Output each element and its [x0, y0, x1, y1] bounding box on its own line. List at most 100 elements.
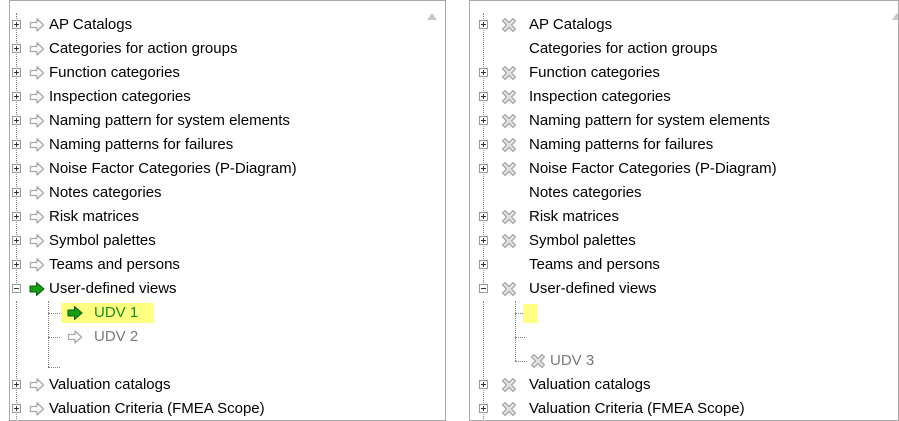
- tree-item-label: Valuation catalogs: [529, 376, 651, 393]
- tree-item-valuation-catalogs[interactable]: Valuation catalogs: [10, 373, 445, 397]
- tree-item-noise-factor-categories[interactable]: Noise Factor Categories (P-Diagram): [10, 157, 445, 181]
- tree-item-label: Noise Factor Categories (P-Diagram): [529, 160, 777, 177]
- tree-item-label: Naming patterns for failures: [529, 136, 714, 153]
- cross-icon: [501, 17, 517, 33]
- tree-item-risk-matrices[interactable]: Risk matrices: [470, 205, 898, 229]
- tree-item-label: Naming patterns for failures: [49, 136, 234, 153]
- tree-item-label: Categories for action groups: [49, 40, 238, 57]
- expand-icon[interactable]: [479, 20, 488, 29]
- tree-item-label: AP Catalogs: [529, 16, 613, 33]
- cross-icon: [501, 89, 517, 105]
- expand-icon[interactable]: [479, 380, 488, 389]
- tree-item-udv-3[interactable]: UDV 3: [470, 349, 898, 373]
- tree-item-label: Teams and persons: [529, 256, 660, 273]
- tree-item-label: Risk matrices: [49, 208, 140, 225]
- tree-item-teams-and-persons[interactable]: Teams and persons: [10, 253, 445, 277]
- tree-item-naming-patterns-failures[interactable]: Naming patterns for failures: [10, 133, 445, 157]
- expand-icon[interactable]: [12, 44, 21, 53]
- right-arrow-icon: [29, 257, 45, 273]
- right-arrow-icon: [29, 161, 45, 177]
- tree-item-udv-1[interactable]: UDV 1: [10, 301, 445, 325]
- expand-icon[interactable]: [479, 116, 488, 125]
- cross-icon: [501, 137, 517, 153]
- collapse-icon[interactable]: [12, 284, 21, 293]
- tree-item-symbol-palettes[interactable]: Symbol palettes: [470, 229, 898, 253]
- expand-icon[interactable]: [12, 164, 21, 173]
- tree-item-inspection-categories[interactable]: Inspection categories: [10, 85, 445, 109]
- collapse-icon[interactable]: [479, 284, 488, 293]
- expand-icon[interactable]: [12, 140, 21, 149]
- tree-item-valuation-catalogs[interactable]: Valuation catalogs: [470, 373, 898, 397]
- tree-branch-line: [48, 367, 60, 368]
- tree-item-notes-categories[interactable]: Notes categories: [10, 181, 445, 205]
- tree-item-user-defined-views[interactable]: User-defined views: [470, 277, 898, 301]
- tree-item-label: Categories for action groups: [529, 40, 718, 57]
- tree-item-ap-catalogs[interactable]: AP Catalogs: [10, 13, 445, 37]
- tree-item-naming-patterns-failures[interactable]: Naming patterns for failures: [470, 133, 898, 157]
- tree-item-function-categories[interactable]: Function categories: [10, 61, 445, 85]
- tree-item-notes-categories[interactable]: Notes categories: [470, 181, 898, 205]
- expand-icon[interactable]: [12, 212, 21, 221]
- cross-icon: [501, 65, 517, 81]
- tree-item-naming-pattern-system-elements[interactable]: Naming pattern for system elements: [10, 109, 445, 133]
- right-arrow-icon: [29, 89, 45, 105]
- tree-item-label: UDV 2: [94, 328, 139, 345]
- tree-item-inspection-categories[interactable]: Inspection categories: [470, 85, 898, 109]
- expand-icon[interactable]: [479, 404, 488, 413]
- right-arrow-icon: [29, 17, 45, 33]
- tree-item-label: Notes categories: [529, 184, 642, 201]
- expand-icon[interactable]: [12, 116, 21, 125]
- tree-item-valuation-criteria[interactable]: Valuation Criteria (FMEA Scope): [10, 397, 445, 420]
- tree-item-teams-and-persons[interactable]: Teams and persons: [470, 253, 898, 277]
- tree-item-naming-pattern-system-elements[interactable]: Naming pattern for system elements: [470, 109, 898, 133]
- tree-item-label: Symbol palettes: [49, 232, 156, 249]
- expand-icon[interactable]: [12, 380, 21, 389]
- expand-icon[interactable]: [12, 260, 21, 269]
- tree-item-symbol-palettes[interactable]: Symbol palettes: [10, 229, 445, 253]
- expand-icon[interactable]: [12, 404, 21, 413]
- expand-icon[interactable]: [12, 236, 21, 245]
- tree-item-label: UDV 1: [94, 304, 139, 321]
- tree-item-label: Function categories: [49, 64, 180, 81]
- expand-icon[interactable]: [12, 188, 21, 197]
- tree-item-label: Inspection categories: [529, 88, 671, 105]
- expand-icon[interactable]: [479, 260, 488, 269]
- expand-icon[interactable]: [479, 140, 488, 149]
- tree-item-label: Valuation catalogs: [49, 376, 171, 393]
- tree-item-label: Valuation Criteria (FMEA Scope): [49, 400, 265, 417]
- expand-icon[interactable]: [479, 212, 488, 221]
- tree-item-noise-factor-categories[interactable]: Noise Factor Categories (P-Diagram): [470, 157, 898, 181]
- expand-icon[interactable]: [12, 68, 21, 77]
- tree-item-risk-matrices[interactable]: Risk matrices: [10, 205, 445, 229]
- tree-item-udv-2[interactable]: UDV 2: [10, 325, 445, 349]
- right-arrow-icon: [29, 41, 45, 57]
- right-arrow-icon: [29, 65, 45, 81]
- right-arrow-icon: [29, 209, 45, 225]
- tree-item-categories-for-action-groups[interactable]: Categories for action groups: [10, 37, 445, 61]
- expand-icon[interactable]: [12, 92, 21, 101]
- right-arrow-icon: [29, 137, 45, 153]
- right-tree-panel: AP Catalogs Categories for action groups…: [469, 0, 899, 421]
- tree-item-label: Naming pattern for system elements: [49, 112, 290, 129]
- right-arrow-icon: [29, 377, 45, 393]
- expand-icon[interactable]: [479, 236, 488, 245]
- green-right-arrow-icon: [29, 281, 45, 297]
- tree-item-label: Function categories: [529, 64, 660, 81]
- expand-icon[interactable]: [479, 164, 488, 173]
- tree-item-ap-catalogs[interactable]: AP Catalogs: [470, 13, 898, 37]
- expand-icon[interactable]: [479, 68, 488, 77]
- tree-item-label: Valuation Criteria (FMEA Scope): [529, 400, 745, 417]
- highlight-marker: [523, 304, 537, 323]
- expand-icon[interactable]: [12, 20, 21, 29]
- green-right-arrow-icon: [67, 305, 83, 321]
- cross-icon: [501, 401, 517, 417]
- tree-item-categories-for-action-groups[interactable]: Categories for action groups: [470, 37, 898, 61]
- tree-item-user-defined-views[interactable]: User-defined views: [10, 277, 445, 301]
- cross-icon: [501, 113, 517, 129]
- tree-item-valuation-criteria[interactable]: Valuation Criteria (FMEA Scope): [470, 397, 898, 420]
- cross-icon: [530, 353, 546, 369]
- tree-item-label: Notes categories: [49, 184, 162, 201]
- right-arrow-icon: [67, 329, 83, 345]
- tree-item-function-categories[interactable]: Function categories: [470, 61, 898, 85]
- expand-icon[interactable]: [479, 92, 488, 101]
